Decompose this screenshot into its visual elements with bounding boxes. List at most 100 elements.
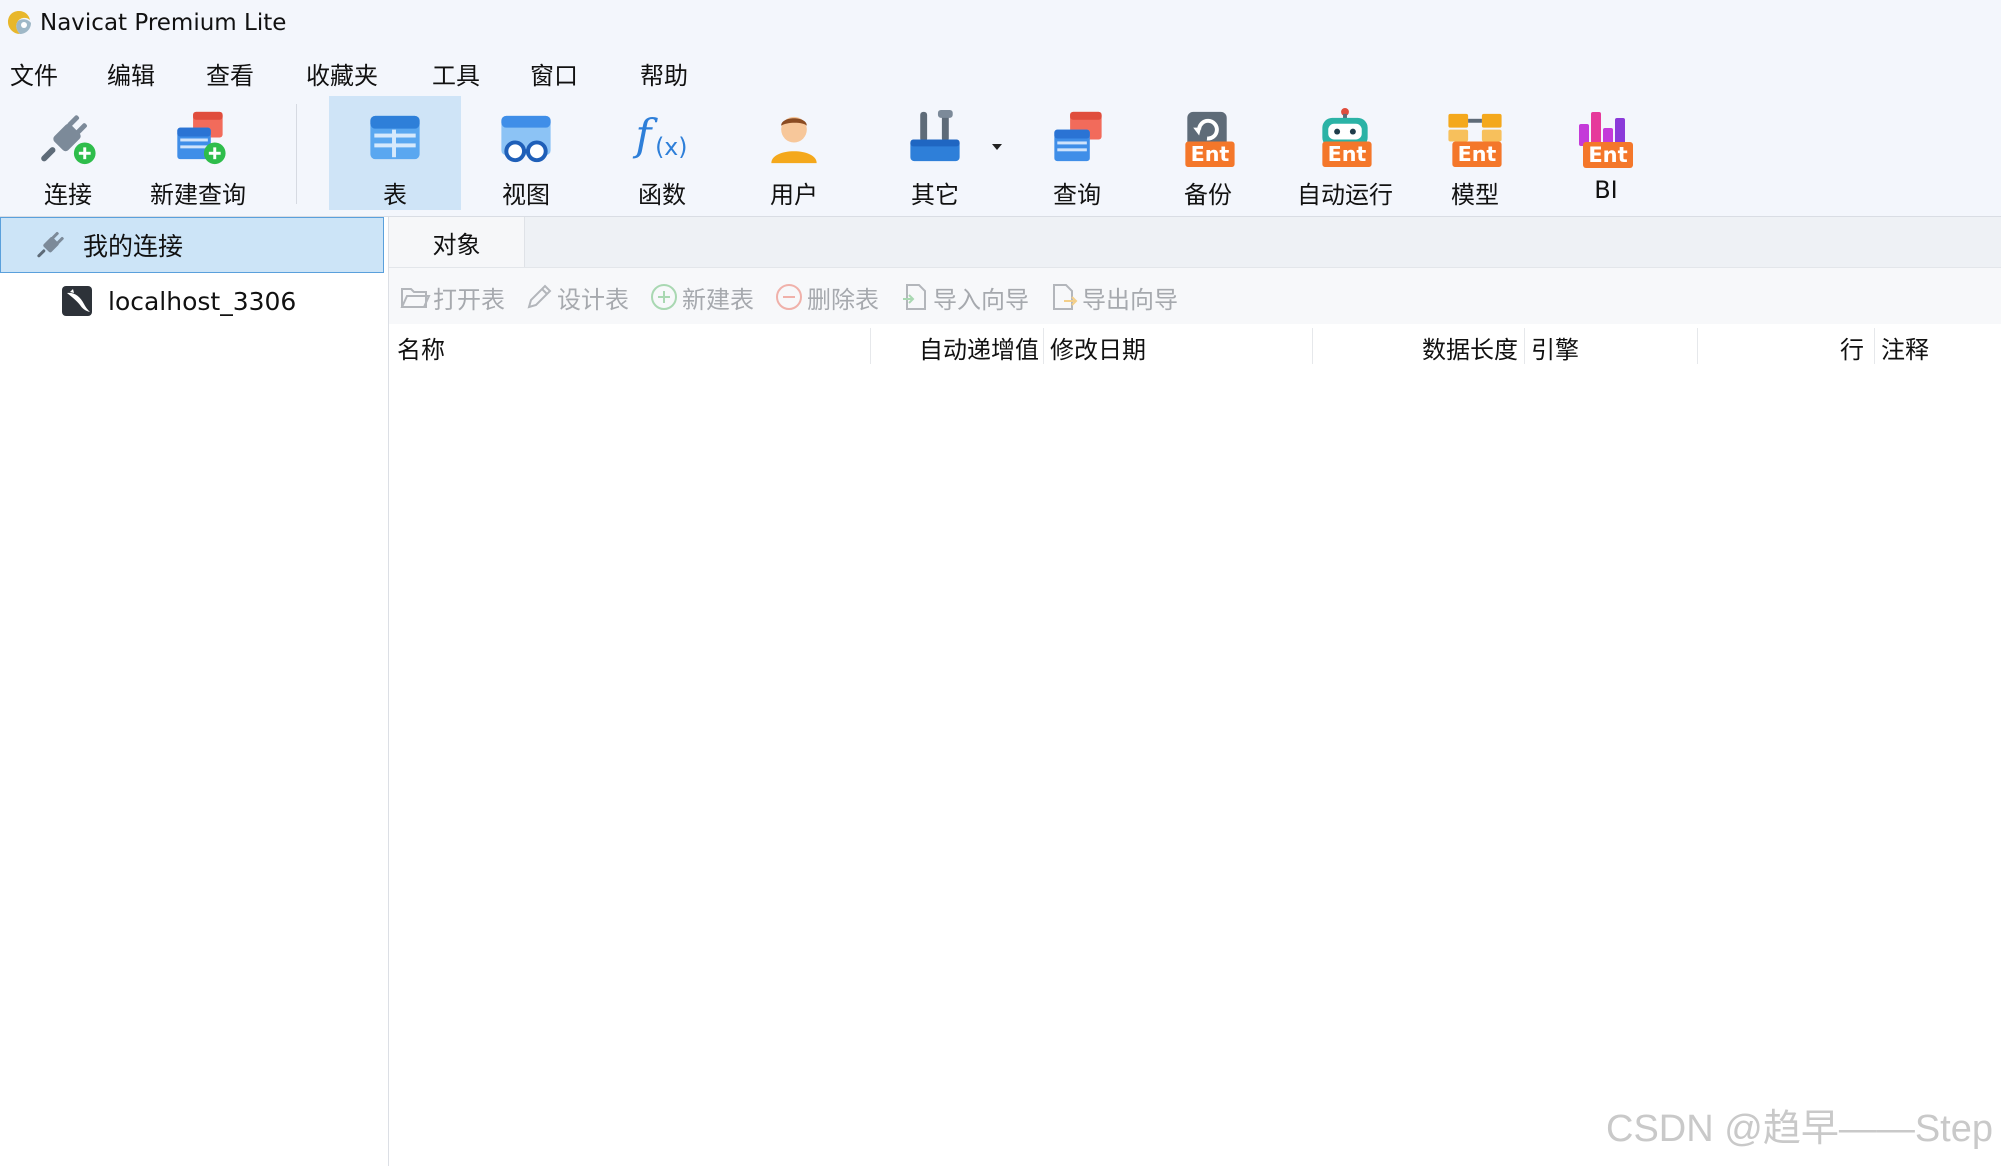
nav-connection-label: localhost_3306: [108, 286, 297, 316]
automation-label: 自动运行: [1297, 181, 1393, 209]
backup-icon: Ent: [1185, 111, 1235, 168]
mysql-dolphin-icon: [62, 286, 92, 316]
svg-text:Ent: Ent: [1191, 142, 1230, 166]
window-title: Navicat Premium Lite: [40, 10, 287, 36]
new-query-button[interactable]: 新建查询: [143, 96, 253, 210]
menu-help[interactable]: 帮助: [640, 56, 688, 91]
model-icon: Ent: [1448, 113, 1502, 168]
user-button[interactable]: 用户: [744, 96, 844, 210]
design-table-button[interactable]: 设计表: [523, 280, 629, 314]
bi-label: BI: [1594, 176, 1618, 204]
svg-text:(x): (x): [655, 133, 687, 161]
title-bar: Navicat Premium Lite: [0, 0, 2001, 46]
col-comment[interactable]: 注释: [1881, 330, 1929, 365]
export-wizard-button[interactable]: 导出向导: [1048, 280, 1178, 314]
plus-circle-icon: [651, 284, 677, 310]
connect-label: 连接: [44, 181, 92, 209]
other-label: 其它: [911, 181, 959, 209]
automation-button[interactable]: Ent 自动运行: [1290, 96, 1400, 210]
object-list[interactable]: [389, 364, 2001, 1166]
col-divider[interactable]: [1697, 328, 1698, 364]
new-query-icon: [177, 111, 226, 165]
new-table-label: 新建表: [682, 285, 754, 314]
function-button[interactable]: f (x) 函数: [612, 96, 712, 210]
connection-navigator: 我的连接 localhost_3306: [0, 217, 389, 1166]
col-divider[interactable]: [1524, 328, 1525, 364]
user-label: 用户: [770, 181, 818, 209]
backup-button[interactable]: Ent 备份: [1158, 96, 1258, 210]
table-button[interactable]: 表: [329, 96, 461, 210]
menu-bar: 文件 编辑 查看 收藏夹 工具 窗口 帮助: [0, 46, 2001, 96]
svg-text:Ent: Ent: [1588, 143, 1627, 167]
tab-objects[interactable]: 对象: [389, 217, 525, 267]
table-icon: [370, 115, 420, 160]
design-table-label: 设计表: [557, 285, 629, 314]
tab-bar: 对象: [389, 217, 2001, 268]
export-icon: [1053, 284, 1078, 310]
robot-icon: Ent: [1322, 107, 1372, 168]
col-auto-increment[interactable]: 自动递增值: [919, 330, 1039, 365]
bi-chart-icon: Ent: [1579, 112, 1633, 168]
svg-text:Ent: Ent: [1328, 142, 1367, 166]
col-divider[interactable]: [1312, 328, 1313, 364]
connect-button[interactable]: 连接: [18, 96, 118, 210]
menu-view[interactable]: 查看: [206, 56, 254, 91]
other-button[interactable]: 其它: [880, 96, 990, 210]
new-query-label: 新建查询: [150, 181, 246, 209]
minus-circle-icon: [776, 284, 802, 310]
table-label: 表: [383, 181, 407, 209]
tools-icon: [910, 109, 960, 162]
view-icon: [501, 115, 551, 163]
new-table-button[interactable]: 新建表: [648, 280, 754, 314]
model-label: 模型: [1451, 181, 1499, 209]
folder-open-icon: [400, 288, 431, 308]
export-wizard-label: 导出向导: [1082, 285, 1178, 314]
col-rows[interactable]: 行: [1840, 330, 1864, 365]
navicat-logo-icon: [4, 8, 34, 38]
svg-text:Ent: Ent: [1458, 142, 1497, 166]
menu-favorites[interactable]: 收藏夹: [306, 56, 378, 91]
toolbar-divider: [296, 104, 297, 204]
nav-group-label: 我的连接: [83, 232, 184, 261]
object-list-header: 名称 自动递增值 修改日期 数据长度 引擎 行 注释: [389, 324, 2001, 364]
import-wizard-label: 导入向导: [933, 285, 1029, 314]
plug-add-icon: [41, 115, 96, 165]
open-table-label: 打开表: [433, 285, 505, 314]
query-icon: [1054, 111, 1102, 162]
pencil-icon: [527, 284, 552, 309]
import-icon: [903, 284, 926, 310]
watermark: CSDN @趋早——Step: [1606, 1108, 1993, 1150]
col-data-length[interactable]: 数据长度: [1422, 330, 1518, 365]
model-button[interactable]: Ent 模型: [1425, 96, 1525, 210]
nav-connection-localhost[interactable]: localhost_3306: [0, 273, 444, 329]
nav-group-my-connections[interactable]: 我的连接: [0, 217, 384, 273]
open-table-button[interactable]: 打开表: [399, 280, 505, 314]
navicat-window: Navicat Premium Lite 文件 编辑 查看 收藏夹 工具 窗口 …: [0, 0, 2001, 1166]
menu-tools[interactable]: 工具: [432, 56, 480, 91]
menu-file[interactable]: 文件: [10, 56, 58, 91]
delete-table-label: 删除表: [807, 285, 879, 314]
menu-window[interactable]: 窗口: [530, 56, 578, 91]
plug-icon: [37, 231, 64, 258]
import-wizard-button[interactable]: 导入向导: [899, 280, 1029, 314]
col-divider[interactable]: [1043, 328, 1044, 364]
delete-table-button[interactable]: 删除表: [773, 280, 879, 314]
function-icon: f (x): [632, 110, 687, 161]
view-button[interactable]: 视图: [476, 96, 576, 210]
main-toolbar: 连接 新建查询 表 视图 f (x) 函数 用户 其它 查询 Ent 备份 En…: [0, 96, 2001, 217]
object-action-bar: 打开表 设计表 新建表 删除表 导入向导 导出向导: [389, 268, 2001, 324]
object-pane: 对象 打开表 设计表 新建表 删除表 导入向导 导出向导 名称 自动递增值 修改…: [389, 217, 2001, 1166]
col-divider[interactable]: [1874, 328, 1875, 364]
menu-edit[interactable]: 编辑: [107, 56, 155, 91]
view-label: 视图: [502, 181, 550, 209]
backup-label: 备份: [1184, 181, 1232, 209]
col-divider[interactable]: [870, 328, 871, 364]
query-button[interactable]: 查询: [1024, 96, 1130, 210]
other-dropdown-chevron-icon[interactable]: [992, 144, 1002, 150]
col-name[interactable]: 名称: [397, 330, 445, 365]
bi-button[interactable]: Ent BI: [1556, 96, 1656, 210]
user-icon: [771, 116, 817, 164]
col-modified-date[interactable]: 修改日期: [1050, 330, 1146, 365]
function-label: 函数: [638, 181, 686, 209]
col-engine[interactable]: 引擎: [1531, 330, 1579, 365]
